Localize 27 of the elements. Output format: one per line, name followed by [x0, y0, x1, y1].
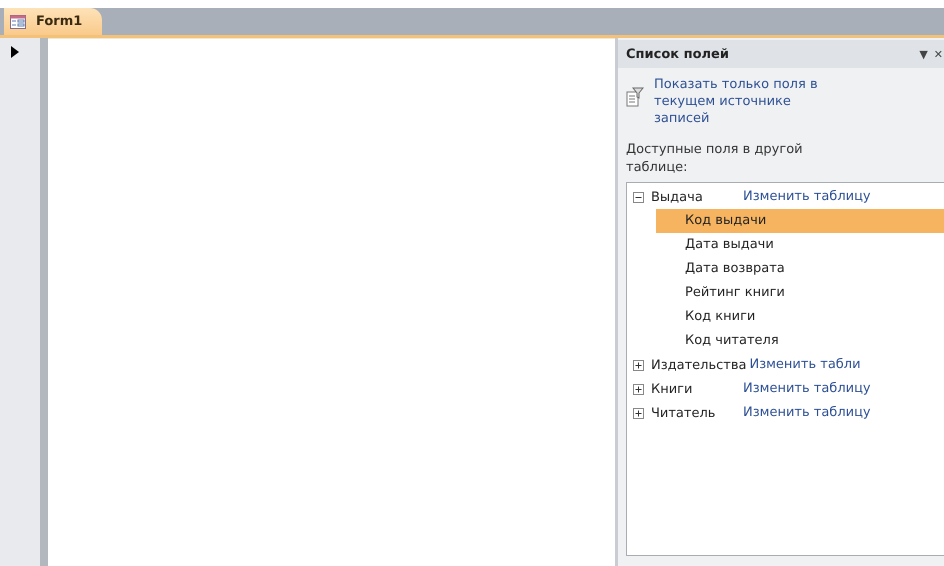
edit-table-link[interactable]: Изменить таблицу	[743, 185, 871, 209]
table-name[interactable]: Читатель	[651, 406, 740, 420]
form-tab[interactable]: Form1	[4, 8, 102, 35]
expander-icon[interactable]	[633, 408, 644, 418]
table-name[interactable]: Книги	[651, 382, 740, 396]
close-button[interactable]: ✕	[934, 48, 943, 60]
field-item[interactable]: Рейтинг книги	[656, 281, 944, 305]
field-item[interactable]: Код книги	[656, 305, 944, 329]
filter-icon	[626, 86, 644, 108]
available-fields-label: Доступные поля в другой таблице:	[626, 141, 804, 177]
form-icon	[10, 14, 26, 28]
field-item[interactable]: Дата возврата	[656, 257, 944, 281]
expander-icon[interactable]	[633, 384, 644, 394]
edit-table-link[interactable]: Изменить таблицу	[743, 401, 871, 425]
expander-icon[interactable]	[633, 192, 644, 202]
dropdown-button[interactable]: ▼	[919, 48, 928, 60]
panel-title: Список полей	[626, 46, 729, 62]
field-item[interactable]: Код читателя	[656, 329, 944, 353]
edit-table-link[interactable]: Изменить табли	[749, 353, 861, 377]
field-item[interactable]: Код выдачи	[656, 209, 944, 233]
table-name[interactable]: Выдача	[651, 190, 740, 204]
table-name[interactable]: Издательства	[651, 358, 746, 372]
record-selector-icon	[11, 46, 19, 58]
expander-icon[interactable]	[633, 360, 644, 370]
show-only-fields-link[interactable]: Показать только поля в текущем источнике записей	[654, 76, 839, 127]
field-item[interactable]: Дата выдачи	[656, 233, 944, 257]
edit-table-link[interactable]: Изменить таблицу	[743, 377, 871, 401]
